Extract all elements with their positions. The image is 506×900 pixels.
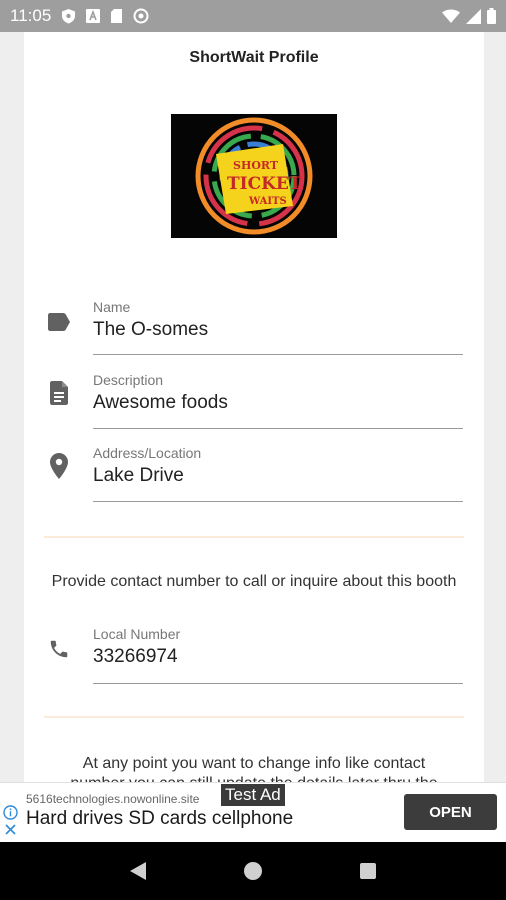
wifi-icon	[442, 9, 460, 24]
address-value[interactable]: Lake Drive	[93, 465, 184, 487]
name-label: Name	[93, 299, 131, 315]
shield-icon	[61, 8, 76, 24]
description-underline	[93, 428, 463, 429]
shortwait-logo: SHORT TICKET WAITS	[171, 114, 337, 238]
local-number-label: Local Number	[93, 626, 181, 642]
status-time: 11:05	[10, 6, 52, 25]
change-info-text: At any point you want to change info lik…	[44, 754, 464, 782]
logo-text-waits: WAITS	[248, 196, 287, 207]
battery-icon	[487, 8, 496, 24]
close-icon[interactable]	[4, 823, 17, 841]
section-divider	[44, 536, 464, 538]
page-title: ShortWait Profile	[189, 49, 319, 66]
address-label: Address/Location	[93, 445, 202, 461]
status-bar: 11:05	[0, 0, 506, 32]
logo-text-short: SHORT	[233, 159, 279, 172]
logo-text-ticket: TICKET	[227, 174, 302, 194]
system-navigation-bar	[0, 842, 506, 900]
label-tag-icon	[46, 309, 72, 335]
change-info-line-2: number you can still update the details …	[44, 774, 464, 782]
description-value[interactable]: Awesome foods	[93, 392, 228, 414]
change-info-line-1: At any point you want to change info lik…	[82, 755, 426, 772]
back-icon[interactable]	[118, 851, 158, 891]
font-a-icon	[86, 9, 101, 23]
test-ad-badge: Test Ad	[221, 784, 285, 806]
ad-url: 5616technologies.nowonline.site	[26, 792, 200, 806]
document-icon	[46, 380, 72, 406]
profile-card: ShortWait Profile SHORT TICKET WAITS Nam…	[24, 32, 484, 782]
signal-icon	[466, 8, 481, 24]
ad-open-button[interactable]: OPEN	[404, 794, 497, 830]
section-divider-2	[44, 716, 464, 718]
at-sign-icon	[133, 8, 149, 24]
ad-banner[interactable]: 5616technologies.nowonline.site Test Ad …	[0, 782, 506, 842]
description-label: Description	[93, 372, 164, 388]
phone-icon	[46, 636, 72, 662]
contact-prompt: Provide contact number to call or inquir…	[51, 573, 457, 590]
address-underline	[93, 501, 463, 502]
local-number-value[interactable]: 33266974	[93, 646, 178, 668]
ad-headline[interactable]: Hard drives SD cards cellphone	[26, 808, 293, 830]
info-icon[interactable]	[3, 805, 18, 825]
name-value[interactable]: The O-somes	[93, 319, 208, 341]
local-number-underline	[93, 683, 463, 684]
sd-card-icon	[110, 8, 123, 24]
location-pin-icon	[46, 453, 72, 479]
recents-icon[interactable]	[348, 851, 388, 891]
name-underline	[93, 354, 463, 355]
home-icon[interactable]	[233, 851, 273, 891]
